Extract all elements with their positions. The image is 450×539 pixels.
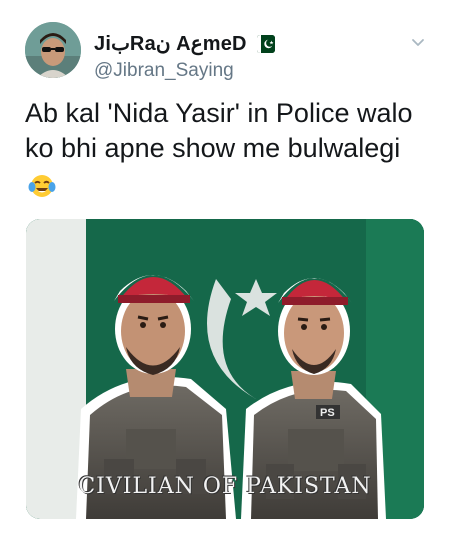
tweet-text: Ab kal 'Nida Yasir' in Police walo ko bh…: [25, 96, 430, 201]
tweet-body: Ab kal 'Nida Yasir' in Police walo ko bh…: [25, 98, 413, 163]
pakistan-flag-icon: [256, 34, 275, 53]
avatar-image: [25, 22, 81, 78]
display-name[interactable]: JiبRaن AعmeD: [94, 31, 247, 56]
avatar[interactable]: [25, 22, 81, 78]
chevron-down-icon[interactable]: [410, 34, 426, 50]
vest-badge: PS: [320, 407, 335, 419]
author-row: JiبRaن AعmeD: [94, 31, 275, 56]
tweet-image[interactable]: PS CIVILIAN OF PAKISTAN: [26, 219, 424, 519]
user-handle[interactable]: @Jibran_Saying: [94, 60, 234, 82]
image-watermark: CIVILIAN OF PAKISTAN: [78, 474, 372, 499]
face-with-tears-of-joy-icon: [27, 170, 57, 200]
